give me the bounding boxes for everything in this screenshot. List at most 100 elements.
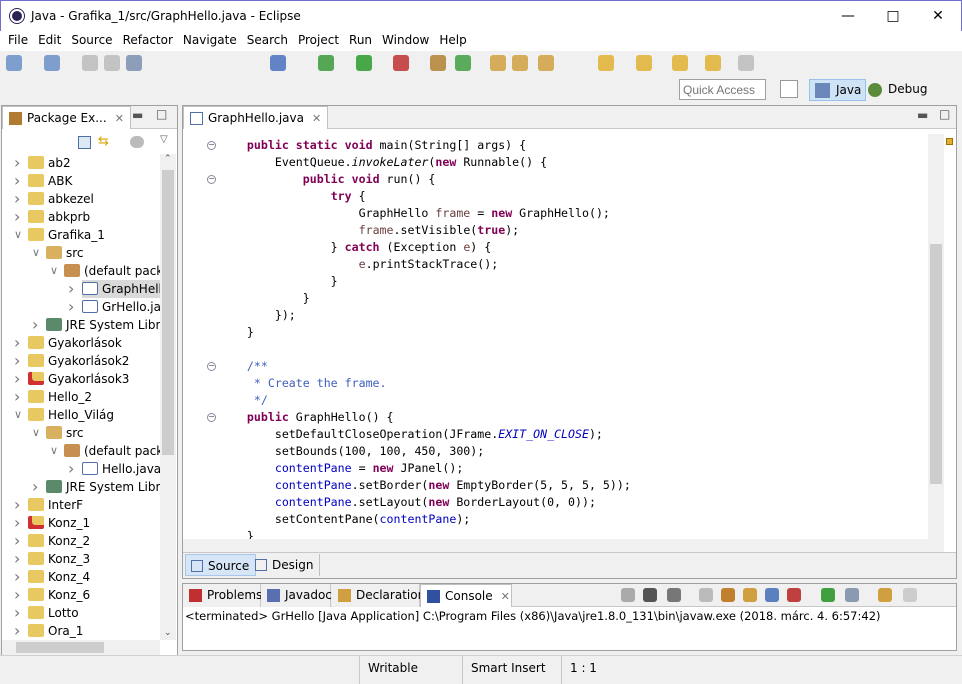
menu-run[interactable]: Run [344, 31, 377, 51]
toolbar-button-icon[interactable] [430, 55, 446, 71]
toolbar-button-icon[interactable] [738, 55, 754, 71]
chevron-right-icon[interactable]: › [14, 514, 20, 532]
collapse-all-icon[interactable] [78, 136, 91, 149]
console-toolbar-icon[interactable] [903, 588, 917, 602]
console-toolbar-icon[interactable] [621, 588, 635, 602]
tab-design[interactable]: Design [250, 554, 321, 576]
minimize-editor-icon[interactable]: ▬ [917, 108, 928, 122]
chevron-right-icon[interactable]: › [14, 370, 20, 388]
open-perspective-icon[interactable] [780, 80, 798, 98]
close-icon[interactable]: ✕ [312, 112, 321, 125]
tree-item[interactable]: ∨ Hello_Világ [14, 406, 144, 424]
tree-item[interactable]: ∨ (default package) [50, 442, 160, 460]
tree-item[interactable]: ∨ (default package) [50, 262, 160, 280]
close-icon[interactable]: ✕ [115, 112, 124, 125]
console-toolbar-icon[interactable] [821, 588, 835, 602]
toolbar-button-icon[interactable] [126, 55, 142, 71]
menu-help[interactable]: Help [434, 31, 471, 51]
tree-item[interactable]: › JRE System Library [32, 478, 160, 496]
tree-item[interactable]: › Hello_2 [14, 388, 122, 406]
tree-item[interactable]: › Konz_1 [14, 514, 120, 532]
tree-item[interactable]: › Gyakorlások [14, 334, 152, 352]
chevron-right-icon[interactable]: › [14, 604, 20, 622]
editor-vscrollbar[interactable] [928, 134, 944, 539]
chevron-down-icon[interactable]: ∨ [32, 244, 40, 262]
menu-file[interactable]: File [3, 31, 33, 51]
maximize-button[interactable]: □ [878, 5, 908, 27]
chevron-right-icon[interactable]: › [14, 496, 20, 514]
tree-item[interactable]: › ABK [14, 172, 102, 190]
tree-item[interactable]: › Ora_1 [14, 622, 113, 640]
tab-javadoc[interactable]: Javadoc [261, 584, 332, 607]
close-icon[interactable]: ✕ [501, 590, 510, 603]
tree-item[interactable]: › abkezel [14, 190, 124, 208]
toolbar-button-icon[interactable] [6, 55, 22, 71]
chevron-right-icon[interactable]: › [14, 550, 20, 568]
chevron-down-icon[interactable]: ∨ [32, 424, 40, 442]
menu-navigate[interactable]: Navigate [178, 31, 242, 51]
console-toolbar-icon[interactable] [787, 588, 801, 602]
chevron-right-icon[interactable]: › [14, 532, 20, 550]
console-toolbar-icon[interactable] [699, 588, 713, 602]
tree-hscrollbar[interactable] [2, 640, 160, 655]
toolbar-button-icon[interactable] [598, 55, 614, 71]
console-toolbar-icon[interactable] [721, 588, 735, 602]
tree-item[interactable]: ∨ src [32, 424, 114, 442]
chevron-down-icon[interactable]: ∨ [50, 262, 58, 280]
tree-item[interactable]: › Konz_4 [14, 568, 120, 586]
toolbar-button-icon[interactable] [104, 55, 120, 71]
console-toolbar-icon[interactable] [743, 588, 757, 602]
chevron-right-icon[interactable]: › [32, 478, 38, 496]
chevron-right-icon[interactable]: › [14, 154, 20, 172]
editor-hscrollbar[interactable] [183, 539, 944, 552]
tree-item[interactable]: › Gyakorlások3 [14, 370, 159, 388]
tab-source[interactable]: Source [185, 554, 257, 576]
console-toolbar-icon[interactable] [667, 588, 681, 602]
maximize-editor-icon[interactable]: □ [939, 107, 950, 121]
tab-problems[interactable]: Problems [183, 584, 262, 607]
tree-item[interactable]: › Hello.java [68, 460, 160, 478]
tab-console[interactable]: Console ✕ [420, 584, 512, 607]
toolbar-button-icon[interactable] [270, 55, 286, 71]
toolbar-button-icon[interactable] [356, 55, 372, 71]
toolbar-button-icon[interactable] [672, 55, 688, 71]
tree-item[interactable]: › GrHello.java [68, 298, 160, 316]
fold-collapse-icon[interactable]: − [207, 175, 216, 184]
toolbar-button-icon[interactable] [538, 55, 554, 71]
console-output[interactable] [183, 626, 956, 650]
tab-package-explorer[interactable]: Package Ex... ✕ [2, 106, 131, 129]
tree-item[interactable]: › Gyakorlások2 [14, 352, 159, 370]
toolbar-button-icon[interactable] [318, 55, 334, 71]
menu-project[interactable]: Project [293, 31, 344, 51]
fold-collapse-icon[interactable]: − [207, 141, 216, 150]
chevron-right-icon[interactable]: › [14, 388, 20, 406]
tree-item[interactable]: › Konz_6 [14, 586, 120, 604]
chevron-right-icon[interactable]: › [68, 280, 74, 298]
chevron-down-icon[interactable]: ∨ [14, 406, 22, 424]
chevron-right-icon[interactable]: › [14, 334, 20, 352]
toolbar-button-icon[interactable] [44, 55, 60, 71]
tree-item[interactable]: ∨ src [32, 244, 114, 262]
toolbar-button-icon[interactable] [512, 55, 528, 71]
toolbar-button-icon[interactable] [636, 55, 652, 71]
link-with-editor-icon[interactable]: ⇆ [98, 135, 114, 149]
chevron-right-icon[interactable]: › [68, 298, 74, 316]
console-toolbar-icon[interactable] [878, 588, 892, 602]
perspective-java[interactable]: Java [809, 79, 867, 101]
minimize-button[interactable]: — [833, 5, 863, 27]
tree-item[interactable]: › ab2 [14, 154, 101, 172]
fold-collapse-icon[interactable]: − [207, 362, 216, 371]
tree-item[interactable]: › Konz_2 [14, 532, 120, 550]
minimize-view-icon[interactable]: ▬ [132, 108, 143, 122]
toolbar-button-icon[interactable] [82, 55, 98, 71]
quick-access-input[interactable] [679, 79, 766, 100]
menu-refactor[interactable]: Refactor [118, 31, 178, 51]
chevron-right-icon[interactable]: › [14, 568, 20, 586]
tree-item[interactable]: › abkprb [14, 208, 120, 226]
menu-search[interactable]: Search [242, 31, 293, 51]
tree-item[interactable]: › Lotto [14, 604, 109, 622]
console-toolbar-icon[interactable] [643, 588, 657, 602]
view-menu-icon[interactable]: ▽ [160, 134, 168, 145]
tree-item[interactable]: ∨ Grafika_1 [14, 226, 135, 244]
perspective-debug[interactable]: Debug [862, 79, 931, 101]
